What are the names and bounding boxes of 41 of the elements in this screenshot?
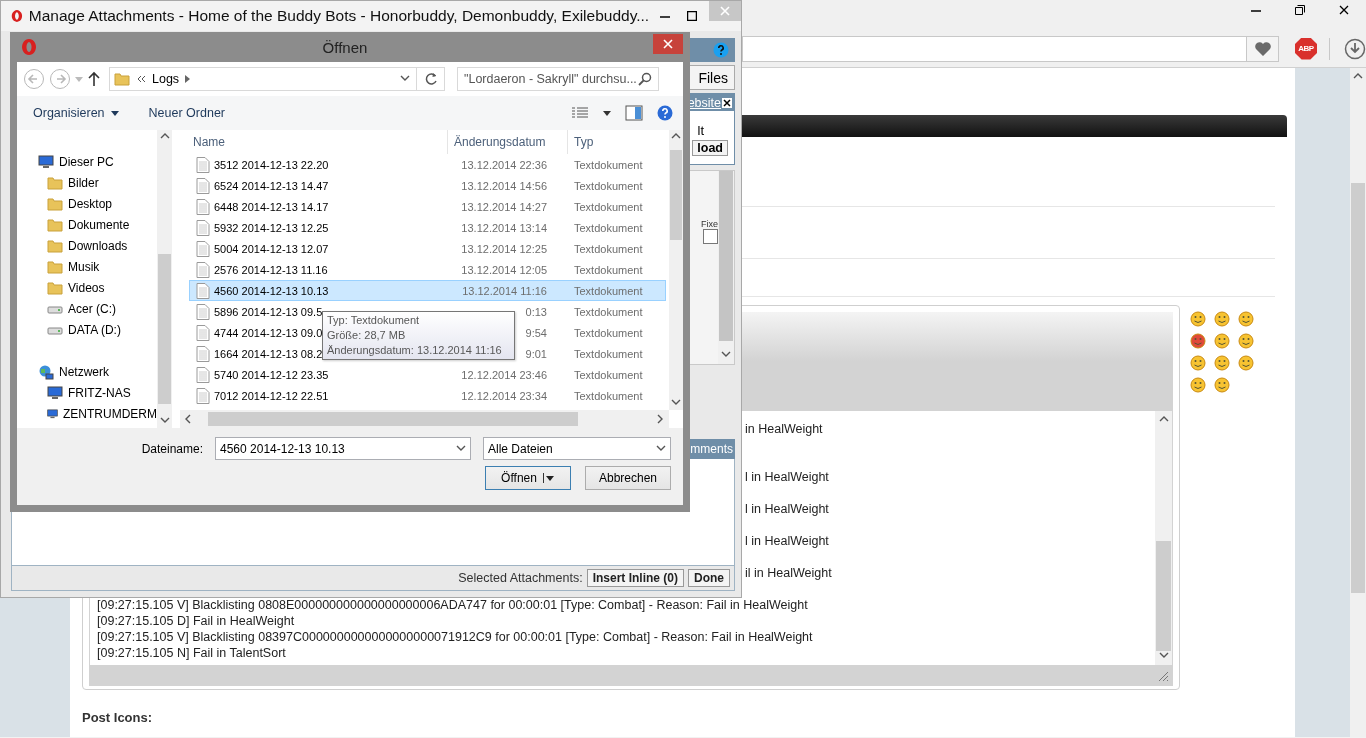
file-type: Textdokument: [573, 305, 643, 318]
modified-date: 13.12.2014 22:36: [461, 158, 547, 171]
modified-date: 13.12.2014 12:05: [461, 263, 547, 276]
selected-attachments-label: Selected Attachments:: [458, 571, 583, 585]
modified-date: 13.12.2014 14:56: [461, 179, 547, 192]
modified-date: 13.12.2014 14:27: [461, 200, 547, 213]
log-line: [09:27:15.105 V] Blacklisting 08397C0000000000000000000071912C9 for 00:00:01 [Type: Combat] - Reason: Fail in HealWeight: [97, 629, 814, 645]
file-type: Textdokument: [573, 179, 643, 192]
alt-text: lt: [696, 123, 705, 138]
modified-date: 0:13: [525, 305, 547, 318]
post-icons-label: Post Icons:: [82, 710, 154, 725]
file-type: Textdokument: [573, 389, 643, 402]
fixed-label: Fixe: [701, 219, 718, 229]
log-line: il in HealWeight: [745, 565, 833, 582]
file-type: Textdokument: [573, 326, 643, 339]
filename-label: Dateiname:: [141, 441, 203, 456]
file-type: Textdokument: [573, 263, 643, 276]
log-line: l in HealWeight: [745, 469, 830, 486]
log-line: in HealWeight: [745, 421, 824, 438]
modified-date: 12.12.2014 23:34: [461, 389, 547, 402]
log-line: [09:27:15.105 V] Blacklisting 0808E000000000000000000006ADA747 for 00:00:01 [Type: Combat] - Reason: Fail in HealWeight: [97, 597, 809, 613]
modified-date: 9:01: [525, 347, 547, 360]
modified-date: 13.12.2014 12:25: [461, 242, 547, 255]
log-line: [09:27:15.105 D] Fail in HealWeight: [97, 613, 296, 629]
window-title: Manage Attachments - Home of the Buddy Bots - Honorbuddy, Demonbuddy, Exilebuddy...: [28, 7, 650, 25]
file-type: Textdokument: [573, 242, 643, 255]
log-line: [09:27:15.105 N] Fail in TalentSort: [97, 645, 287, 661]
file-type: Textdokument: [573, 200, 643, 213]
log-line: l in HealWeight: [745, 533, 830, 550]
dialog-title: Öffnen: [321, 38, 369, 56]
modified-date: 9:54: [525, 326, 547, 339]
file-type: Textdokument: [573, 347, 643, 360]
file-type: Textdokument: [573, 221, 643, 234]
file-type: Textdokument: [573, 368, 643, 381]
modified-date: 13.12.2014 11:16: [462, 284, 547, 297]
file-type: Textdokument: [573, 158, 643, 171]
modified-date: 12.12.2014 23:46: [461, 368, 547, 381]
file-type: Textdokument: [573, 284, 643, 297]
log-line: l in HealWeight: [745, 501, 830, 518]
modified-date: 13.12.2014 13:14: [461, 221, 547, 234]
file-tooltip: Typ: Textdokument Größe: 28,7 MB Änderungsdatum: 13.12.2014 11:16: [322, 311, 515, 360]
